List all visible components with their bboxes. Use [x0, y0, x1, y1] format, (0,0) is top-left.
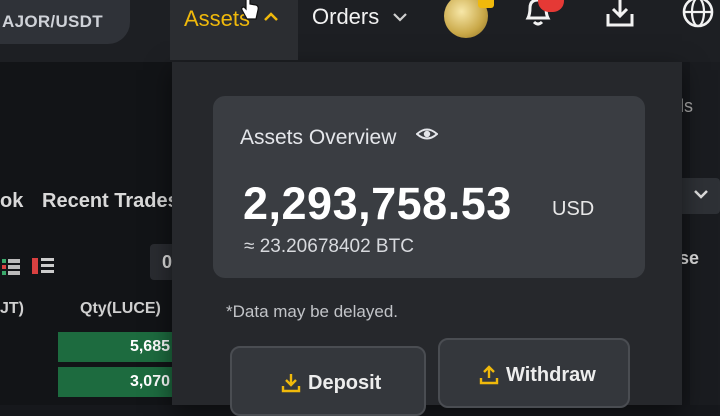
tab-order-book[interactable]: ok — [0, 190, 23, 213]
deposit-icon — [280, 372, 302, 399]
book-view-sell-icon[interactable] — [32, 256, 54, 281]
nav-orders[interactable]: Orders — [312, 4, 379, 30]
chevron-up-icon — [264, 6, 278, 33]
column-price: JT) — [0, 300, 24, 317]
book-view-both-icon[interactable] — [2, 258, 20, 281]
right-panel — [690, 62, 720, 405]
withdraw-icon — [478, 364, 500, 391]
table-row: 5,685 — [58, 332, 178, 362]
balance-currency: USD — [552, 198, 595, 220]
data-delay-note: *Data may be delayed. — [226, 302, 398, 321]
avatar-badge — [478, 0, 494, 8]
trading-pair-label: AJOR/USDT — [2, 12, 103, 31]
deposit-label: Deposit — [308, 372, 382, 394]
column-qty: Qty(LUCE) — [80, 300, 161, 317]
chevron-down-icon — [392, 8, 408, 33]
trading-pair-selector[interactable]: AJOR/USDT — [0, 0, 130, 44]
btc-equivalent: ≈ 23.20678402 BTC — [244, 236, 414, 257]
deposit-button[interactable]: Deposit — [230, 346, 426, 416]
withdraw-button[interactable]: Withdraw — [438, 338, 630, 408]
qty-cell: 3,070 — [129, 373, 170, 390]
download-icon[interactable] — [604, 0, 636, 35]
chevron-down-icon — [694, 186, 708, 204]
assets-overview-title: Assets Overview — [240, 126, 397, 149]
qty-cell: 5,685 — [129, 338, 170, 355]
eye-icon[interactable] — [415, 125, 439, 148]
table-row: 3,070 — [58, 367, 178, 397]
total-balance: 2,293,758.53 — [243, 178, 512, 229]
hand-cursor-icon — [240, 0, 260, 27]
withdraw-label: Withdraw — [506, 364, 596, 386]
tab-recent-trades[interactable]: Recent Trades — [42, 190, 179, 213]
globe-icon[interactable] — [680, 0, 716, 35]
nav-assets[interactable]: Assets — [170, 0, 298, 60]
